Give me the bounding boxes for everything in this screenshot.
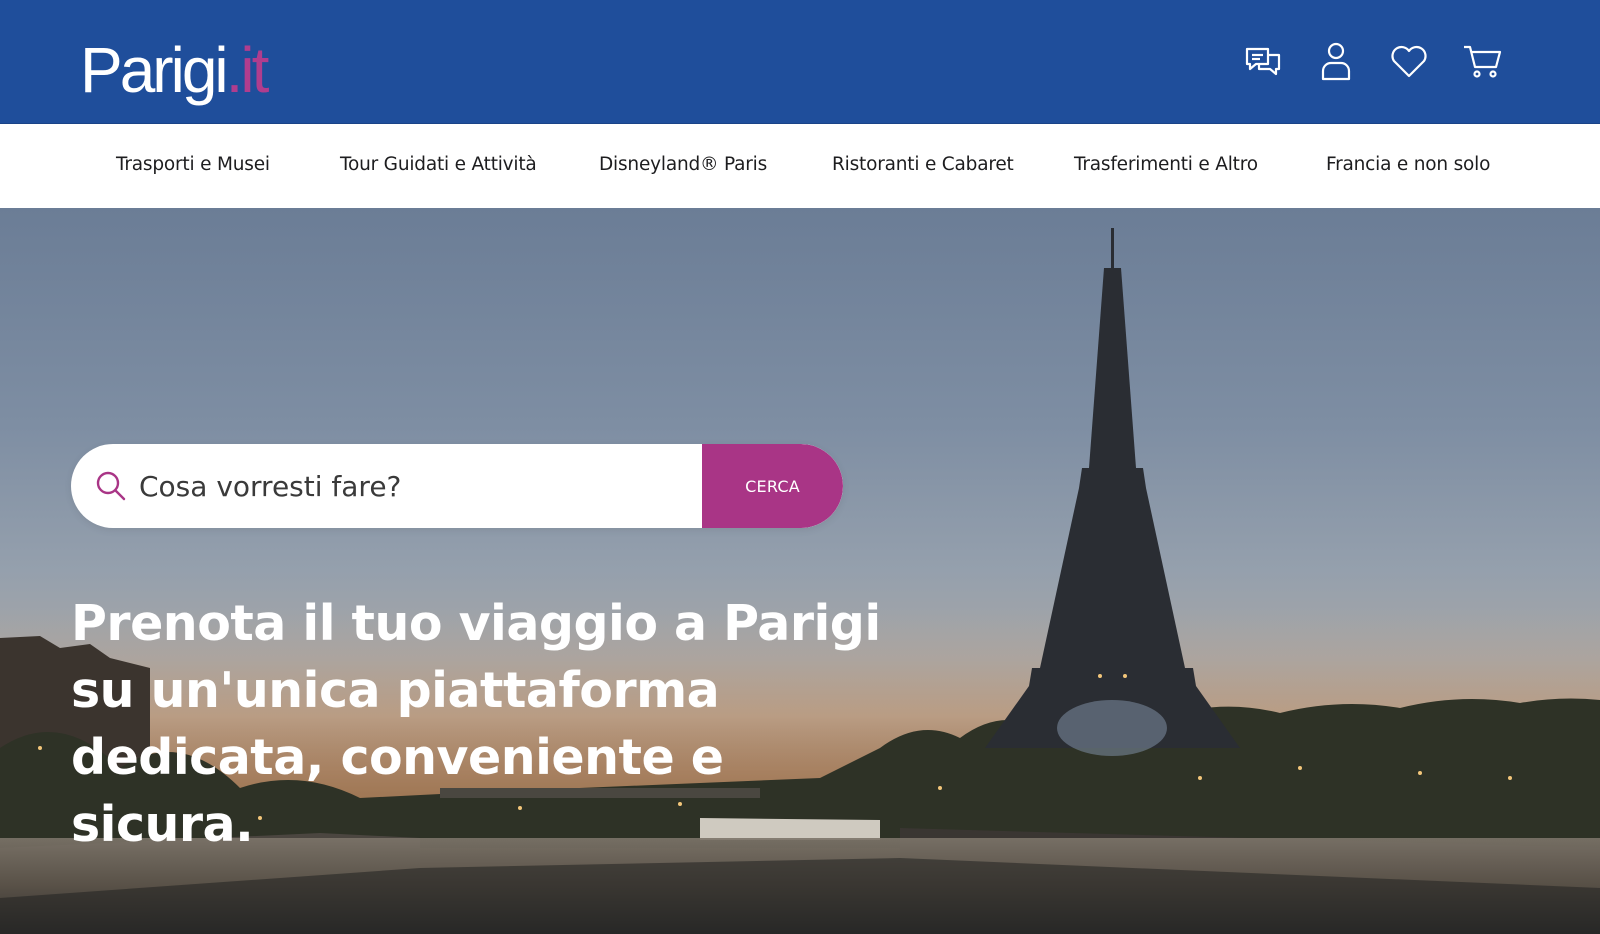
main-nav: Trasporti e Musei Tour Guidati e Attivit… (0, 124, 1600, 208)
hero-section: CERCA Prenota il tuo viaggio a Parigi su… (0, 208, 1600, 934)
cart-icon[interactable] (1462, 38, 1502, 84)
header-actions (1243, 38, 1502, 84)
nav-item-francia[interactable]: Francia e non solo (1326, 154, 1490, 175)
heart-icon[interactable] (1389, 38, 1429, 84)
nav-item-trasporti-musei[interactable]: Trasporti e Musei (116, 154, 270, 175)
nav-item-trasferimenti[interactable]: Trasferimenti e Altro (1074, 154, 1258, 175)
nav-item-tour-guidati[interactable]: Tour Guidati e Attività (340, 154, 537, 175)
logo-text: Parigi (80, 34, 229, 106)
search-icon (96, 471, 126, 501)
site-logo[interactable]: Parigi .it (80, 22, 270, 106)
user-icon[interactable] (1316, 38, 1356, 84)
site-header: Parigi .it (0, 0, 1600, 124)
nav-item-disneyland[interactable]: Disneyland® Paris (599, 154, 767, 175)
logo-tld: .it (225, 34, 270, 106)
chat-icon[interactable] (1243, 38, 1283, 84)
search-bar: CERCA (71, 444, 843, 528)
search-button[interactable]: CERCA (702, 444, 843, 528)
nav-item-ristoranti[interactable]: Ristoranti e Cabaret (832, 154, 1014, 175)
hero-headline: Prenota il tuo viaggio a Parigi su un'un… (71, 595, 881, 853)
search-input[interactable] (139, 444, 769, 528)
